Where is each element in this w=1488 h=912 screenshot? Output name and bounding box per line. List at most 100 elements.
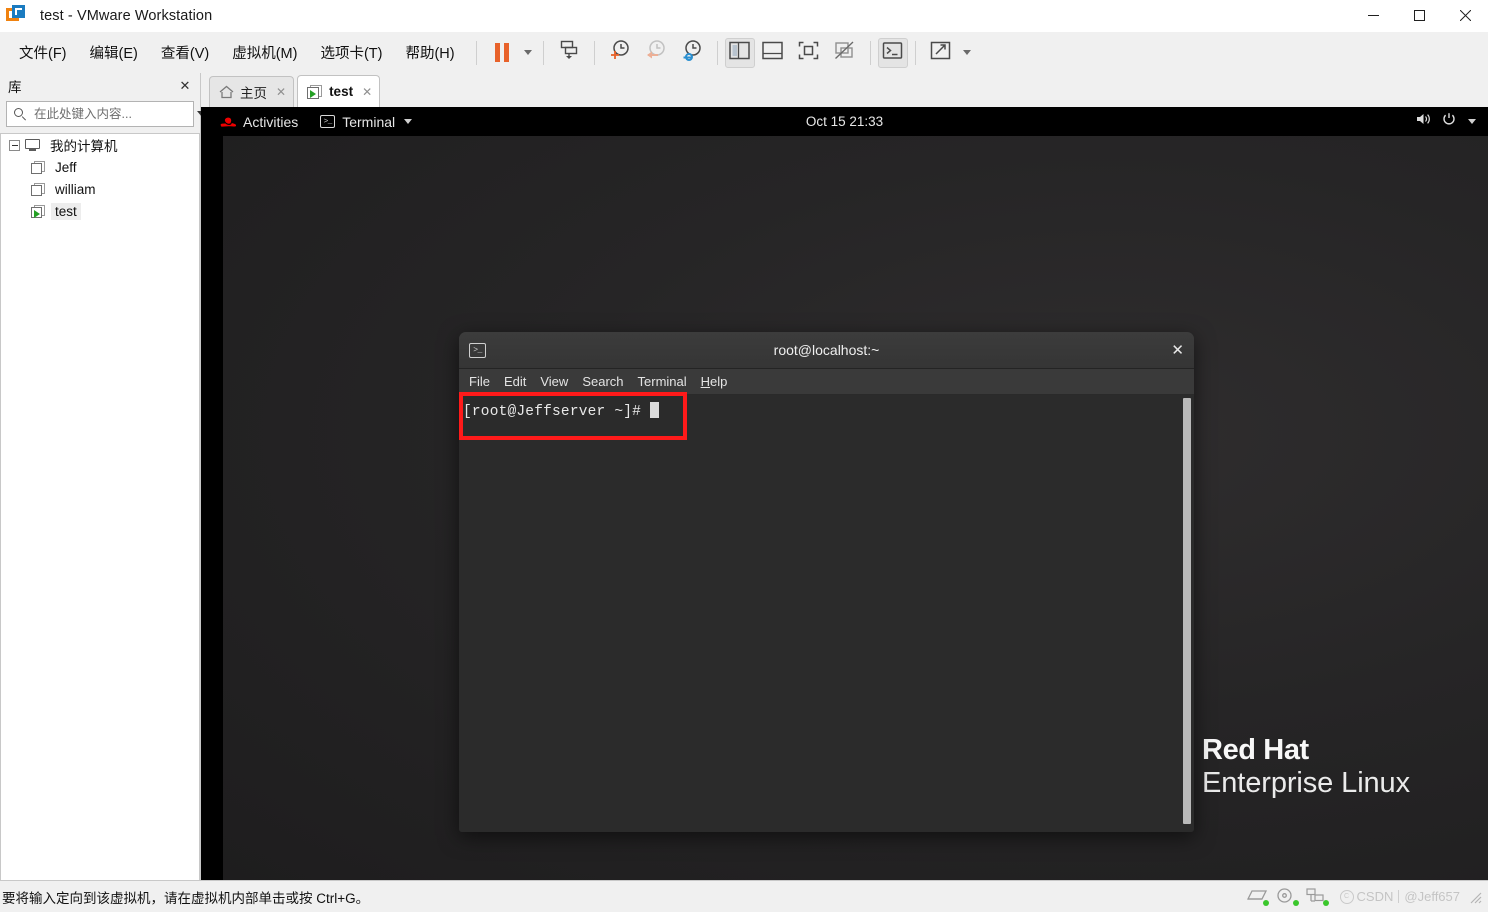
activities-button[interactable]: Activities [215, 111, 302, 133]
snapshot-revert-icon [644, 38, 668, 67]
library-title: 库 [8, 80, 22, 95]
tab-label: 主页 [240, 86, 267, 101]
csdn-brand: CSDN [1356, 889, 1394, 904]
chevron-down-icon[interactable] [1468, 119, 1476, 124]
chevron-down-icon [404, 119, 413, 124]
menu-help[interactable]: 帮助(H) [396, 38, 463, 67]
home-icon [219, 85, 234, 99]
terminal-menu-view[interactable]: View [540, 374, 568, 389]
terminal-scrollbar[interactable] [1183, 398, 1191, 824]
toolbar-separator [716, 40, 718, 65]
suspend-button[interactable] [484, 38, 520, 68]
unity-mode-icon [834, 40, 855, 65]
tab-test[interactable]: test ✕ [297, 75, 381, 107]
send-key-icon [558, 39, 580, 66]
gnome-status-area[interactable] [1416, 112, 1476, 131]
redhat-logo-icon [219, 116, 236, 128]
collapse-icon[interactable] [9, 139, 20, 151]
terminal-body[interactable]: [root@Jeffserver ~]# [459, 395, 1194, 832]
enter-fullscreen-button[interactable] [791, 38, 827, 68]
menu-file[interactable]: 文件(F) [10, 38, 76, 67]
status-bar: 要将输入定向到该虚拟机，请在虚拟机内部单击或按 Ctrl+G。 C CSDN @… [0, 880, 1488, 912]
terminal-window[interactable]: >_ root@localhost:~ ✕ File Edit View Sea… [459, 332, 1194, 832]
window-title: test - VMware Workstation [40, 7, 213, 24]
menu-bar: 文件(F) 编辑(E) 查看(V) 虚拟机(M) 选项卡(T) 帮助(H) [0, 32, 1488, 73]
app-menu-terminal[interactable]: >_ Terminal [316, 111, 416, 133]
vm-pane: 主页 ✕ test ✕ Activities >_ Terminal Oct 1… [201, 73, 1488, 880]
show-library-button[interactable] [724, 37, 755, 68]
console-view-button[interactable] [877, 37, 908, 68]
vmware-icon [6, 4, 28, 27]
tree-root-my-computer[interactable]: 我的计算机 [1, 134, 199, 156]
maximize-button[interactable] [1396, 0, 1442, 31]
terminal-menu-terminal[interactable]: Terminal [638, 374, 687, 389]
minimize-button[interactable] [1350, 0, 1396, 31]
tab-home[interactable]: 主页 ✕ [209, 76, 295, 107]
vm-tree: 我的计算机 Jeff william test [0, 133, 200, 880]
revert-snapshot-button[interactable] [638, 38, 674, 68]
tab-close-icon[interactable]: ✕ [362, 85, 372, 99]
terminal-menu-file[interactable]: File [469, 374, 490, 389]
device-status-icons: C CSDN @Jeff657 [1246, 888, 1484, 906]
menu-tabs[interactable]: 选项卡(T) [311, 38, 391, 67]
rhel-watermark-line1: Red Hat [1202, 734, 1309, 766]
terminal-icon: >_ [320, 115, 336, 128]
tree-item-label: william [55, 181, 96, 197]
tree-item-test[interactable]: test [1, 200, 199, 222]
tab-close-icon[interactable]: ✕ [276, 85, 286, 99]
terminal-menu-help-rest: elp [710, 374, 728, 389]
app-menu-label: Terminal [342, 113, 396, 130]
hard-disk-icon[interactable] [1246, 888, 1269, 906]
tree-item-william[interactable]: william [1, 178, 199, 200]
take-snapshot-button[interactable] [602, 38, 638, 68]
thumbnail-bar-icon [762, 41, 783, 65]
show-thumbnail-bar-button[interactable] [755, 38, 791, 68]
close-button[interactable] [1442, 0, 1488, 31]
library-search[interactable] [6, 101, 207, 127]
network-adapter-icon[interactable] [1305, 888, 1329, 906]
vm-icon [31, 182, 45, 196]
menu-vm[interactable]: 虚拟机(M) [223, 38, 306, 67]
rhel-watermark-line2: Enterprise Linux [1202, 767, 1410, 799]
tree-item-jeff[interactable]: Jeff [1, 156, 199, 178]
chevron-down-icon [962, 50, 971, 55]
fullscreen-icon [798, 41, 819, 65]
send-ctrl-alt-del-button[interactable] [551, 38, 587, 68]
stretch-guest-button[interactable] [923, 38, 959, 68]
activities-label: Activities [243, 113, 299, 130]
window-controls [1350, 0, 1488, 31]
library-sidebar: 库 ✕ 我的计算机 Jeff [0, 73, 207, 880]
pause-icon [494, 43, 509, 62]
search-input[interactable] [32, 106, 197, 122]
menu-edit[interactable]: 编辑(E) [81, 38, 147, 67]
chevron-down-icon [523, 50, 532, 55]
terminal-menu-search[interactable]: Search [582, 374, 623, 389]
library-close-button[interactable]: ✕ [176, 78, 194, 94]
menu-view[interactable]: 查看(V) [152, 38, 218, 67]
stretch-dropdown[interactable] [959, 38, 975, 68]
guest-screen[interactable]: Activities >_ Terminal Oct 15 21:33 Red … [201, 107, 1488, 880]
tab-label: test [329, 84, 354, 99]
toolbar-separator [475, 40, 477, 65]
cd-dvd-icon[interactable] [1276, 888, 1299, 906]
toolbar-separator [914, 40, 916, 65]
power-icon[interactable] [1442, 112, 1456, 131]
library-panel-icon [729, 41, 750, 65]
title-bar: test - VMware Workstation [0, 0, 1488, 32]
resize-grip[interactable] [1468, 890, 1482, 904]
volume-icon[interactable] [1416, 112, 1432, 131]
terminal-cursor [649, 402, 659, 418]
monitor-icon [25, 138, 40, 152]
guest-left-strip [201, 136, 223, 880]
terminal-menu-bar: File Edit View Search Terminal Help [459, 369, 1194, 395]
snapshot-manager-button[interactable] [674, 38, 710, 68]
tab-strip: 主页 ✕ test ✕ [201, 73, 1488, 107]
tree-item-label: Jeff [55, 159, 77, 175]
toolbar-separator [542, 40, 544, 65]
terminal-menu-help[interactable]: Help [701, 374, 728, 389]
power-dropdown[interactable] [520, 38, 536, 68]
terminal-close-button[interactable]: ✕ [1171, 341, 1184, 359]
terminal-menu-edit[interactable]: Edit [504, 374, 526, 389]
unity-mode-button[interactable] [827, 38, 863, 68]
terminal-title-bar[interactable]: >_ root@localhost:~ ✕ [459, 332, 1194, 369]
